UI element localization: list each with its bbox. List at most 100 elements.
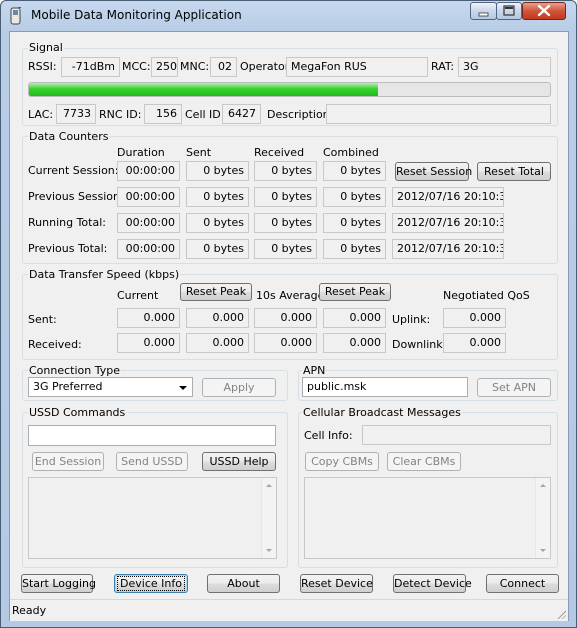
running-total-received: 0 bytes [254, 213, 317, 233]
minimize-icon [478, 12, 489, 17]
copy-cbms-button[interactable]: Copy CBMs [305, 452, 379, 471]
title-bar[interactable]: Mobile Data Monitoring Application [1, 1, 576, 31]
previous-session-received: 0 bytes [254, 187, 317, 207]
ussd-output-area[interactable] [28, 477, 277, 559]
cell-info-value [362, 425, 551, 445]
lac-value: 7733 [56, 104, 96, 124]
current-session-duration: 00:00:00 [117, 161, 180, 181]
device-info-label: Device Info [117, 576, 185, 591]
cell-id-label: Cell ID: [185, 108, 225, 121]
running-total-timestamp: 2012/07/16 20:10:36 [392, 213, 504, 233]
device-info-button[interactable]: Device Info [114, 574, 188, 593]
running-total-combined: 0 bytes [323, 213, 386, 233]
chevron-down-icon[interactable] [179, 386, 187, 390]
uplink-value: 0.000 [443, 308, 506, 328]
duration-header: Duration [117, 146, 165, 159]
description-value [326, 104, 551, 124]
current-session-label: Current Session: [28, 164, 119, 177]
detect-device-button[interactable]: Detect Device [393, 574, 472, 593]
operator-label: Operator: [240, 60, 293, 73]
received-average: 0.000 [254, 333, 317, 353]
scroll-down-icon[interactable] [540, 549, 546, 552]
running-total-sent: 0 bytes [186, 213, 249, 233]
running-total-label: Running Total: [28, 216, 106, 229]
rnc-id-value: 156 [144, 104, 182, 124]
current-session-received: 0 bytes [254, 161, 317, 181]
window-title: Mobile Data Monitoring Application [31, 8, 242, 22]
reset-peak-button-2[interactable]: Reset Peak [319, 283, 391, 301]
downlink-label: Downlink: [392, 338, 447, 351]
mnc-value: 02 [210, 57, 237, 77]
rat-value: 3G [458, 57, 551, 77]
resize-grip-icon[interactable] [556, 609, 566, 619]
ussd-help-button[interactable]: USSD Help [202, 452, 276, 471]
scroll-up-icon[interactable] [540, 484, 546, 487]
ussd-scrollbar[interactable] [261, 478, 276, 558]
status-bar: Ready [10, 599, 568, 621]
sent-average-peak: 0.000 [323, 308, 386, 328]
combined-header: Combined [323, 146, 379, 159]
clear-cbms-button[interactable]: Clear CBMs [387, 452, 461, 471]
start-logging-button[interactable]: Start Logging [21, 574, 96, 593]
previous-total-timestamp: 2012/07/16 20:10:36 [392, 239, 504, 259]
apn-input[interactable]: public.msk [302, 377, 468, 397]
current-session-combined: 0 bytes [323, 161, 386, 181]
apply-button[interactable]: Apply [202, 378, 276, 397]
maximize-icon [503, 5, 515, 16]
uplink-label: Uplink: [392, 313, 431, 326]
cbm-scrollbar[interactable] [535, 478, 550, 558]
signal-strength-bar [28, 82, 551, 97]
connect-button[interactable]: Connect [486, 574, 559, 593]
mnc-label: MNC: [180, 60, 210, 73]
previous-total-duration: 00:00:00 [117, 239, 180, 259]
previous-session-duration: 00:00:00 [117, 187, 180, 207]
previous-total-label: Previous Total: [28, 242, 108, 255]
scroll-down-icon[interactable] [266, 549, 272, 552]
previous-total-received: 0 bytes [254, 239, 317, 259]
set-apn-button[interactable]: Set APN [477, 378, 551, 397]
connection-type-value: 3G Preferred [33, 380, 103, 393]
send-ussd-button[interactable]: Send USSD [116, 452, 188, 471]
cell-id-value: 6427 [222, 104, 261, 124]
rnc-id-label: RNC ID: [99, 108, 142, 121]
average-header: 10s Average [256, 289, 325, 302]
reset-total-button[interactable]: Reset Total [477, 162, 551, 181]
end-session-button[interactable]: End Session [32, 452, 104, 471]
received-peak: 0.000 [186, 333, 249, 353]
downlink-value: 0.000 [443, 333, 506, 353]
received-speed-label: Received: [28, 338, 82, 351]
received-current: 0.000 [117, 333, 180, 353]
cbm-output-area[interactable] [304, 477, 551, 559]
minimize-button[interactable] [470, 2, 497, 20]
rssi-value: -71dBm [61, 57, 120, 77]
sent-header: Sent [186, 146, 212, 159]
signal-group-title: Signal [28, 41, 64, 54]
status-text: Ready [12, 604, 47, 617]
current-session-sent: 0 bytes [186, 161, 249, 181]
app-window: Mobile Data Monitoring Application Signa… [0, 0, 577, 628]
received-header: Received [254, 146, 305, 159]
reset-peak-button-1[interactable]: Reset Peak [180, 283, 252, 301]
maximize-button[interactable] [496, 2, 522, 20]
previous-session-timestamp: 2012/07/16 20:10:36 [392, 187, 504, 207]
mcc-value: 250 [151, 57, 178, 77]
description-label: Description: [267, 108, 334, 121]
reset-device-button[interactable]: Reset Device [300, 574, 373, 593]
operator-value: MegaFon RUS [286, 57, 428, 77]
close-button[interactable] [522, 2, 566, 20]
rssi-label: RSSI: [28, 60, 57, 73]
speed-group-title: Data Transfer Speed (kbps) [28, 268, 181, 281]
about-button[interactable]: About [207, 574, 280, 593]
connection-type-group-title: Connection Type [28, 364, 122, 377]
rat-label: RAT: [431, 60, 455, 73]
lac-label: LAC: [28, 108, 54, 121]
previous-total-combined: 0 bytes [323, 239, 386, 259]
reset-session-button[interactable]: Reset Session [395, 162, 472, 181]
sent-speed-label: Sent: [28, 313, 57, 326]
negotiated-qos-header: Negotiated QoS [443, 289, 530, 302]
scroll-up-icon[interactable] [266, 484, 272, 487]
sent-current: 0.000 [117, 308, 180, 328]
connection-type-select[interactable]: 3G Preferred [28, 377, 193, 397]
previous-session-sent: 0 bytes [186, 187, 249, 207]
ussd-input[interactable] [28, 425, 276, 446]
